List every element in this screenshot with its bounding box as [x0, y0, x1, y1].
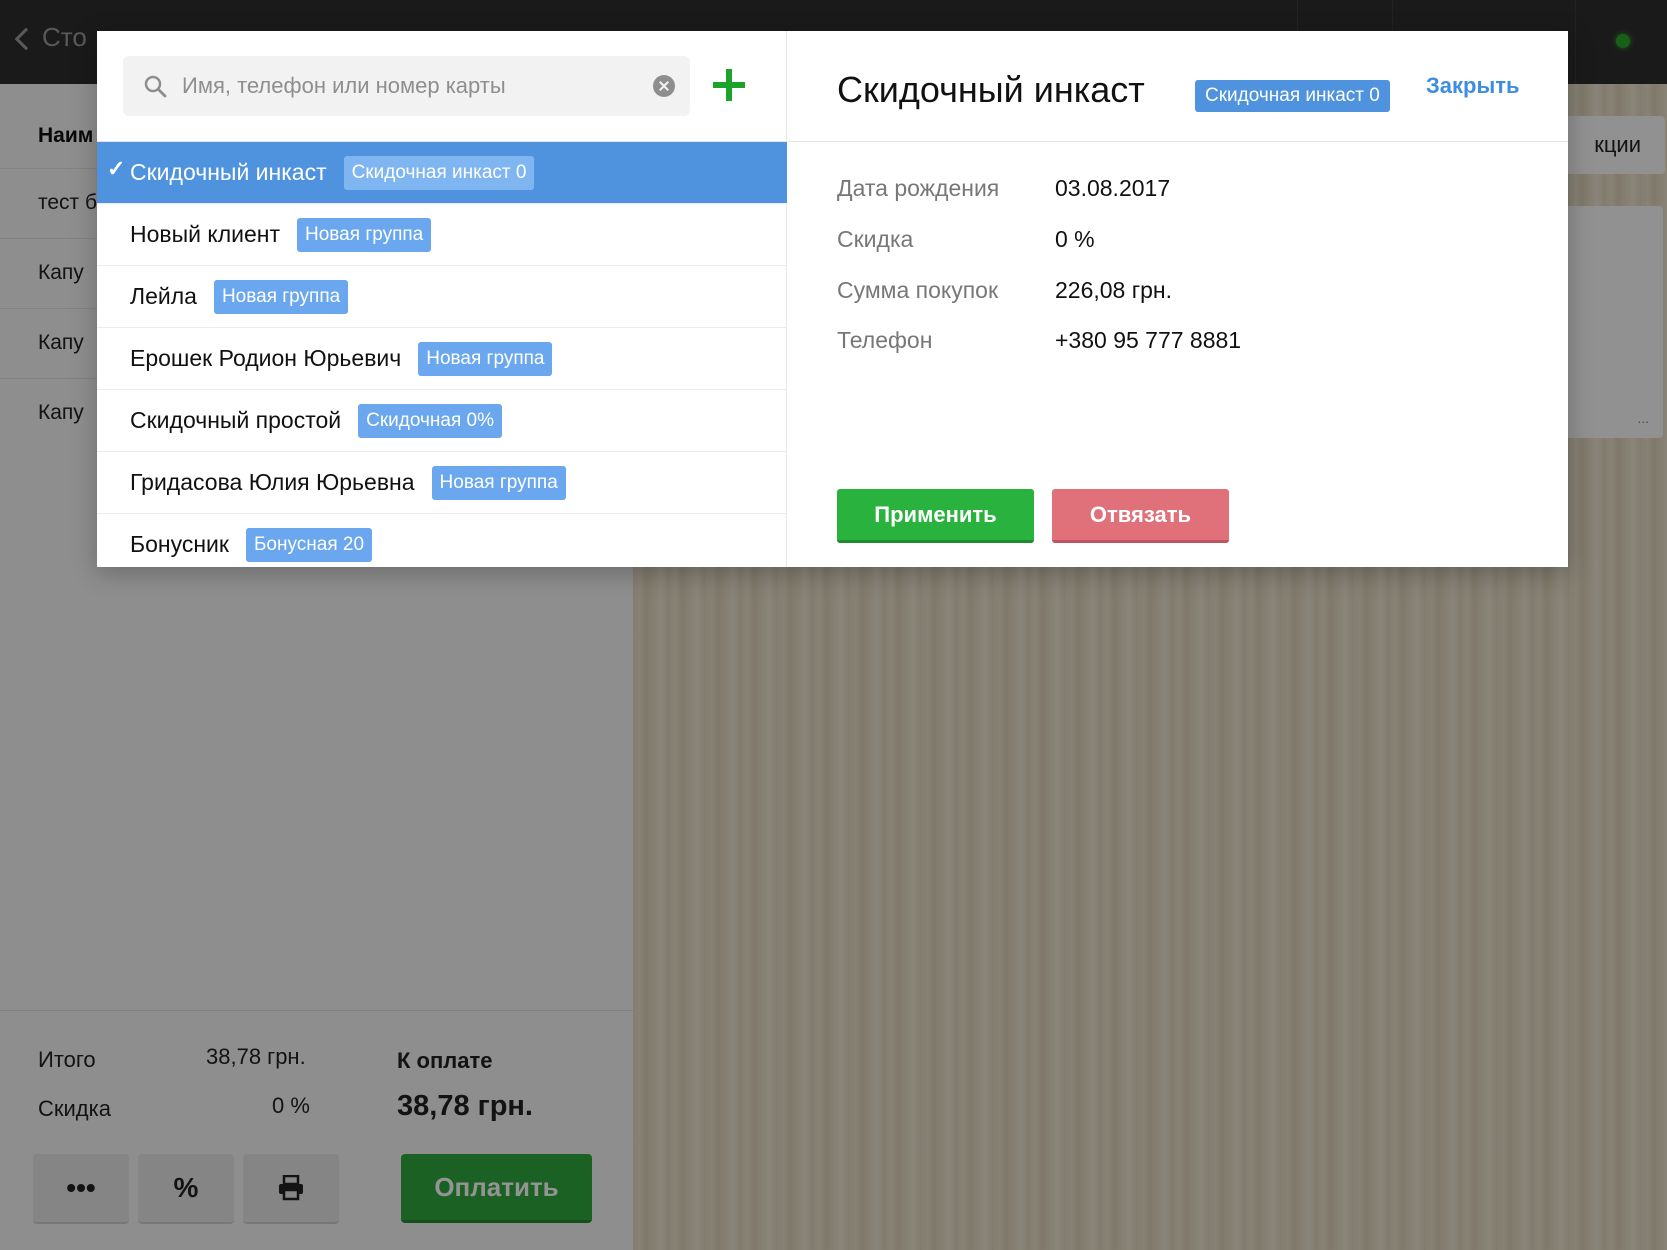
info-value: +380 95 777 8881 — [1055, 327, 1242, 353]
info-value: 0 % — [1055, 226, 1095, 252]
info-value: 226,08 грн. — [1055, 277, 1173, 303]
client-list-panel: ✓ Скидочный инкаст Скидочная инкаст 0 Но… — [97, 31, 787, 567]
detail-header: Скидочный инкаст Скидочная инкаст 0 Закр… — [787, 31, 1568, 142]
group-badge: Новая группа — [297, 217, 432, 252]
group-badge: Скидочная инкаст 0 — [343, 155, 535, 190]
info-label: Сумма покупок — [837, 277, 999, 303]
client-group-badge: Скидочная инкаст 0 — [1195, 80, 1390, 112]
info-label: Дата рождения — [837, 175, 1000, 201]
apply-button[interactable]: Применить — [837, 489, 1034, 543]
close-button[interactable]: Закрыть — [1426, 73, 1520, 99]
info-label: Телефон — [837, 327, 933, 353]
client-detail-panel: Скидочный инкаст Скидочная инкаст 0 Закр… — [787, 31, 1568, 567]
group-badge: Бонусная 20 — [245, 527, 373, 562]
client-name: Лейла — [130, 283, 197, 309]
unlink-button[interactable]: Отвязать — [1052, 489, 1229, 543]
client-row[interactable]: Ерошек Родион Юрьевич Новая группа — [97, 328, 787, 390]
client-name: Скидочный простой — [130, 407, 342, 433]
client-name: Ерошек Родион Юрьевич — [130, 345, 402, 371]
client-row[interactable]: Гридасова Юлия Юрьевна Новая группа — [97, 452, 787, 514]
group-badge: Новая группа — [213, 279, 349, 314]
group-badge: Скидочная 0% — [358, 403, 503, 438]
info-row-birthday: Дата рождения 03.08.2017 — [837, 175, 1537, 211]
client-name: Бонусник — [130, 531, 229, 557]
client-name: Гридасова Юлия Юрьевна — [130, 469, 415, 495]
client-name: Новый клиент — [130, 221, 281, 247]
client-row[interactable]: Скидочный простой Скидочная 0% — [97, 390, 787, 452]
client-row[interactable]: Бонусник Бонусная 20 — [97, 514, 787, 567]
checkmark-icon: ✓ — [107, 156, 126, 181]
client-name: Скидочный инкаст — [130, 159, 327, 185]
client-row[interactable]: ✓ Скидочный инкаст Скидочная инкаст 0 — [97, 142, 787, 204]
info-label: Скидка — [837, 226, 914, 252]
search-icon — [144, 75, 167, 98]
client-list[interactable]: ✓ Скидочный инкаст Скидочная инкаст 0 Но… — [97, 141, 787, 567]
group-badge: Новая группа — [431, 465, 566, 500]
info-row-phone: Телефон +380 95 777 8881 — [837, 327, 1537, 363]
search-bar — [123, 56, 690, 116]
group-badge: Новая группа — [418, 341, 553, 376]
info-value: 03.08.2017 — [1055, 175, 1171, 201]
client-row[interactable]: Лейла Новая группа — [97, 266, 787, 328]
info-row-purchases: Сумма покупок 226,08 грн. — [837, 277, 1537, 313]
client-row[interactable]: Новый клиент Новая группа — [97, 204, 787, 266]
client-picker-modal: ✓ Скидочный инкаст Скидочная инкаст 0 Но… — [97, 31, 1568, 567]
clear-icon[interactable] — [653, 75, 675, 97]
client-title: Скидочный инкаст — [837, 69, 1145, 110]
info-row-discount: Скидка 0 % — [837, 226, 1537, 262]
search-input[interactable] — [177, 56, 647, 116]
plus-icon[interactable] — [713, 69, 745, 101]
